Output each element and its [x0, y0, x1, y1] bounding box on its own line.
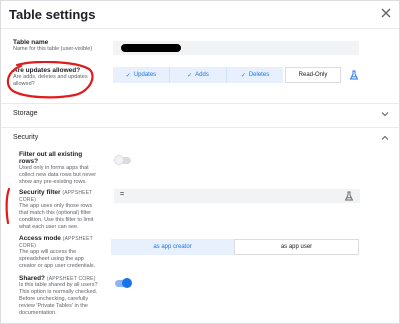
chevron-up-icon[interactable] — [381, 134, 389, 142]
shared-row: Shared? (APPSHEET CORE) Is this table sh… — [19, 275, 389, 323]
chevron-down-icon[interactable] — [381, 110, 389, 118]
flask-icon[interactable] — [344, 191, 354, 201]
as-app-creator-option[interactable]: as app creator — [111, 239, 234, 255]
updates-segmented-control: ✓ Updates ✓ Adds ✓ Deletes — [113, 67, 283, 83]
security-filter-input[interactable]: = — [114, 189, 360, 203]
check-icon: ✓ — [240, 72, 246, 79]
table-name-label: Table name — [13, 39, 49, 46]
shared-toggle[interactable] — [115, 278, 132, 288]
filter-rows-toggle[interactable] — [114, 155, 131, 165]
updates-allowed-row: Are updates allowed? Are adds, deletes a… — [13, 67, 383, 97]
filter-rows-label: Filter out all existing rows? — [19, 151, 83, 165]
access-mode-hint: The app will access the spreadsheet usin… — [19, 249, 96, 269]
deletes-option-label: Deletes — [248, 72, 270, 78]
as-app-user-option[interactable]: as app user — [234, 239, 359, 255]
security-filter-hint: The app uses only those rows that match … — [19, 203, 94, 230]
security-filter-label: Security filter — [19, 189, 61, 196]
storage-section[interactable]: Storage — [1, 103, 399, 125]
table-name-input[interactable] — [113, 41, 359, 55]
security-filter-row: Security filter (APPSHEET CORE) The app … — [19, 189, 389, 230]
adds-option[interactable]: ✓ Adds — [170, 67, 227, 83]
close-icon[interactable] — [379, 6, 393, 20]
security-filter-value: = — [120, 191, 125, 198]
adds-option-label: Adds — [195, 72, 209, 78]
filter-rows-row: Filter out all existing rows? Used only … — [19, 151, 389, 185]
storage-section-title: Storage — [13, 110, 38, 117]
red-annotation-mark — [5, 187, 11, 225]
table-settings-dialog: Table settings Table name Name for this … — [0, 0, 400, 324]
dialog-title: Table settings — [9, 7, 96, 22]
updates-allowed-hint: Are adds, deletes and updates allowed? — [13, 74, 88, 87]
updates-allowed-label: Are updates allowed? — [13, 67, 81, 74]
deletes-option[interactable]: ✓ Deletes — [227, 67, 283, 83]
table-name-hint: Name for this table (user-visible) — [13, 46, 93, 52]
check-icon: ✓ — [187, 72, 193, 79]
security-section[interactable]: Security — [1, 127, 399, 149]
redacted-value — [121, 44, 181, 52]
filter-rows-hint: Used only in forms apps that collect new… — [19, 165, 97, 185]
access-mode-control: as app creator as app user — [111, 239, 359, 255]
table-name-row: Table name Name for this table (user-vis… — [13, 39, 359, 61]
updates-option-label: Updates — [133, 72, 157, 78]
flask-icon[interactable] — [349, 70, 359, 80]
read-only-button[interactable]: Read-Only — [285, 67, 341, 83]
dialog-header: Table settings — [1, 1, 399, 29]
shared-hint: Is this table shared by all users? This … — [19, 282, 98, 316]
security-section-title: Security — [13, 134, 39, 141]
access-mode-row: Access mode (APPSHEET CORE) The app will… — [19, 235, 389, 269]
shared-label: Shared? — [19, 275, 46, 282]
access-mode-label: Access mode — [19, 235, 61, 242]
updates-option[interactable]: ✓ Updates — [113, 67, 170, 83]
check-icon: ✓ — [125, 72, 131, 79]
